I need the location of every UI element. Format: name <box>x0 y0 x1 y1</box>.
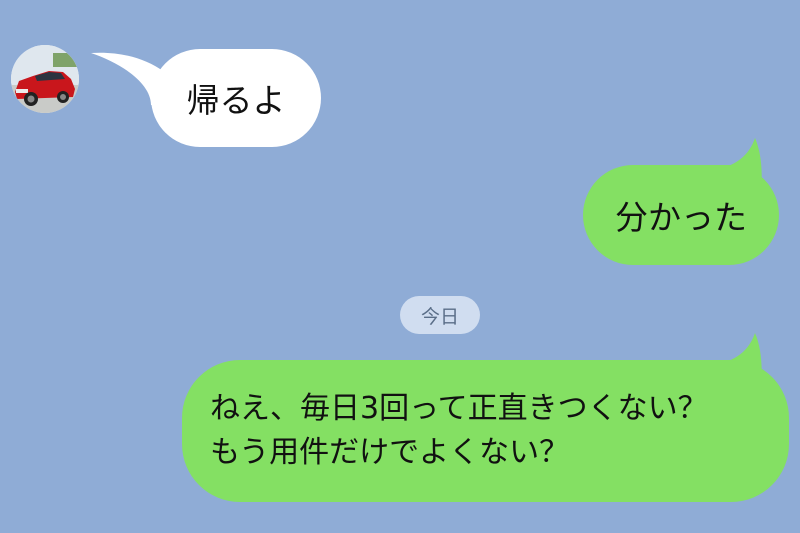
outgoing-message-text: ねえ、毎日3回って正直きつくない？ もう用件だけでよくない？ <box>210 387 708 476</box>
message-line: ねえ、毎日3回って正直きつくない？ <box>210 390 708 426</box>
bubble-tail-icon <box>91 52 181 109</box>
bubble-tail-icon <box>715 138 762 198</box>
incoming-message-text: 帰るよ <box>186 81 286 120</box>
date-divider-label: 今日 <box>420 305 459 328</box>
outgoing-message-bubble[interactable]: ねえ、毎日3回って正直きつくない？ もう用件だけでよくない？ <box>182 333 789 502</box>
red-car-icon <box>11 45 79 113</box>
outgoing-message-text: 分かった <box>615 198 747 237</box>
message-line: もう用件だけでよくない？ <box>210 435 570 470</box>
bubble-tail-icon <box>715 333 762 393</box>
chat-area: 帰るよ 分かった 今日 ねえ、毎日3回って正直きつくない？ もう用件だけでよくな… <box>0 0 800 533</box>
date-divider: 今日 <box>400 296 480 334</box>
contact-avatar[interactable] <box>11 45 79 113</box>
incoming-message-bubble[interactable]: 帰るよ <box>91 49 321 147</box>
outgoing-message-bubble[interactable]: 分かった <box>583 138 779 265</box>
